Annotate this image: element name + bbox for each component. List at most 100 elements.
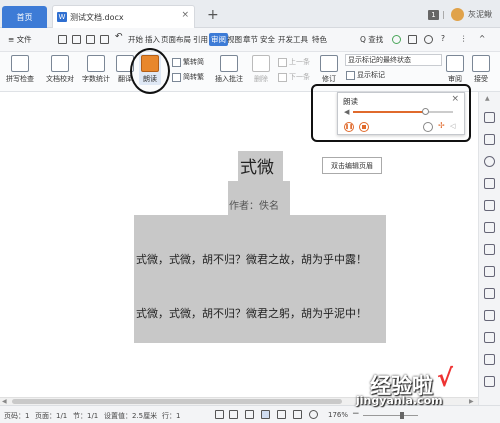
insert-comment-button[interactable]: 插入批注	[215, 55, 243, 84]
word-doc-icon: W	[57, 12, 67, 22]
share-person-icon[interactable]	[424, 35, 433, 44]
print-icon[interactable]	[86, 35, 95, 44]
help-icon[interactable]: ?	[441, 34, 445, 43]
accept-button[interactable]: 接受	[472, 55, 490, 84]
shapes-icon[interactable]	[484, 178, 495, 189]
image-icon[interactable]	[484, 288, 495, 299]
more-side-icon[interactable]	[484, 376, 495, 387]
simp-trad-icon	[172, 72, 181, 82]
accept-icon	[472, 55, 490, 72]
avatar[interactable]	[451, 8, 464, 21]
tab-document[interactable]: W 测试文档.docx ×	[52, 5, 195, 28]
scroll-up-icon[interactable]: ▲	[485, 95, 490, 102]
zoom-level[interactable]: 176%	[328, 411, 348, 419]
menu-features[interactable]: 特色	[312, 34, 327, 45]
table-icon[interactable]	[484, 222, 495, 233]
zoom-slider[interactable]	[363, 415, 418, 416]
prev-comment-button[interactable]: 上一条	[278, 57, 310, 67]
status-section: 节：1/1	[73, 412, 99, 420]
watermark-check: √	[437, 364, 454, 392]
next-comment-button[interactable]: 下一条	[278, 72, 310, 82]
body-highlight	[134, 215, 386, 343]
focus-mode-icon[interactable]	[215, 410, 224, 419]
frame-icon[interactable]	[484, 200, 495, 211]
menu-sections[interactable]: 章节	[243, 34, 258, 45]
search-button[interactable]: Q 查找	[360, 34, 383, 45]
doc-tab-label: 测试文档.docx	[70, 12, 124, 22]
menu-review[interactable]: 审阅	[209, 33, 228, 46]
show-markup-button[interactable]: 显示标记	[346, 70, 385, 80]
menu-references[interactable]: 引用	[193, 34, 208, 45]
cloud-sync-icon[interactable]	[392, 35, 401, 44]
page-view-icon[interactable]	[245, 410, 254, 419]
eye-protect-icon[interactable]	[309, 410, 318, 419]
share-icon[interactable]	[408, 35, 417, 44]
title-bar: 首页 W 测试文档.docx × + 1 灰泥鳅	[0, 0, 500, 28]
trad-to-simp-button[interactable]: 繁转简	[172, 57, 204, 67]
grid-icon[interactable]	[484, 244, 495, 255]
proofread-button[interactable]: 文档校对	[46, 55, 74, 84]
file-menu[interactable]: ≡ 文件	[8, 34, 32, 45]
print-layout-icon[interactable]	[261, 410, 270, 419]
tab-home[interactable]: 首页	[2, 6, 47, 28]
close-tab-icon[interactable]: ×	[181, 10, 189, 20]
menu-developer[interactable]: 开发工具	[278, 34, 308, 45]
watermark-url: jingyanla.com	[356, 394, 443, 407]
menu-layout[interactable]: 页面布局	[161, 34, 191, 45]
window-count-badge[interactable]: 1	[428, 10, 439, 20]
poem-line-1[interactable]: 式微，式微，胡不归？微君之故，胡为乎中露！	[136, 251, 367, 267]
username[interactable]: 灰泥鳅	[468, 9, 492, 20]
menu-insert[interactable]: 插入	[145, 34, 160, 45]
zoom-knob[interactable]	[400, 412, 404, 419]
web-layout-icon[interactable]	[277, 410, 286, 419]
chart-icon[interactable]	[484, 266, 495, 277]
save-icon[interactable]	[58, 35, 67, 44]
help-side-icon[interactable]	[484, 354, 495, 365]
edit-header-hint[interactable]: 双击编辑页眉	[322, 157, 382, 174]
zoom-out-button[interactable]: −	[352, 409, 360, 419]
menu-view[interactable]: 视图	[227, 34, 242, 45]
track-changes-icon	[320, 55, 338, 72]
document-author[interactable]: 作者：佚名	[229, 197, 279, 212]
outline-view-icon[interactable]	[293, 410, 302, 419]
settings-icon[interactable]	[484, 332, 495, 343]
scroll-right-icon[interactable]: ▶	[469, 398, 474, 405]
markup-state-select[interactable]: 显示标记的最终状态	[345, 54, 442, 66]
document-title[interactable]: 式微	[240, 153, 274, 178]
divider	[443, 11, 444, 19]
proofread-icon	[51, 55, 69, 72]
prev-icon	[278, 57, 287, 67]
scroll-left-icon[interactable]: ◀	[2, 398, 7, 405]
more-icon[interactable]: ⋮	[460, 34, 468, 43]
annotation-circle	[130, 48, 170, 94]
spell-check-icon	[11, 55, 29, 72]
word-count-button[interactable]: 字数统计	[82, 55, 110, 84]
menu-start[interactable]: 开始	[128, 34, 143, 45]
delete-comment-button[interactable]: 删除	[252, 55, 270, 84]
puzzle-icon[interactable]	[484, 310, 495, 321]
preview-icon[interactable]	[100, 35, 109, 44]
track-changes-button[interactable]: 修订	[320, 55, 338, 84]
status-setting: 设置值：2.5厘米	[104, 412, 158, 420]
new-tab-button[interactable]: +	[207, 7, 219, 23]
scroll-thumb[interactable]	[12, 399, 342, 404]
select-icon[interactable]	[484, 134, 495, 145]
undo-icon[interactable]: ↶	[115, 32, 123, 42]
trad-simp-icon	[172, 57, 181, 67]
review-pane-button[interactable]: 审阅	[446, 55, 464, 84]
check-icon[interactable]	[229, 410, 238, 419]
export-pdf-icon[interactable]	[72, 35, 81, 44]
menu-security[interactable]: 安全	[260, 34, 275, 45]
location-icon[interactable]	[484, 156, 495, 167]
spell-check-button[interactable]: 拼写检查	[6, 55, 34, 84]
edit-icon[interactable]	[484, 112, 495, 123]
right-sidebar: ▲	[478, 92, 500, 405]
delete-comment-icon	[252, 55, 270, 72]
simp-to-trad-button[interactable]: 简转繁	[172, 72, 204, 82]
annotation-rectangle	[311, 84, 471, 142]
comment-icon	[220, 55, 238, 72]
collapse-ribbon-icon[interactable]: ^	[479, 34, 485, 43]
next-icon	[278, 72, 287, 82]
status-bar: 页码：1 页面：1/1 节：1/1 设置值：2.5厘米 行：1 176% −	[0, 405, 500, 423]
poem-line-2[interactable]: 式微，式微，胡不归？微君之躬，胡为乎泥中！	[136, 305, 367, 321]
